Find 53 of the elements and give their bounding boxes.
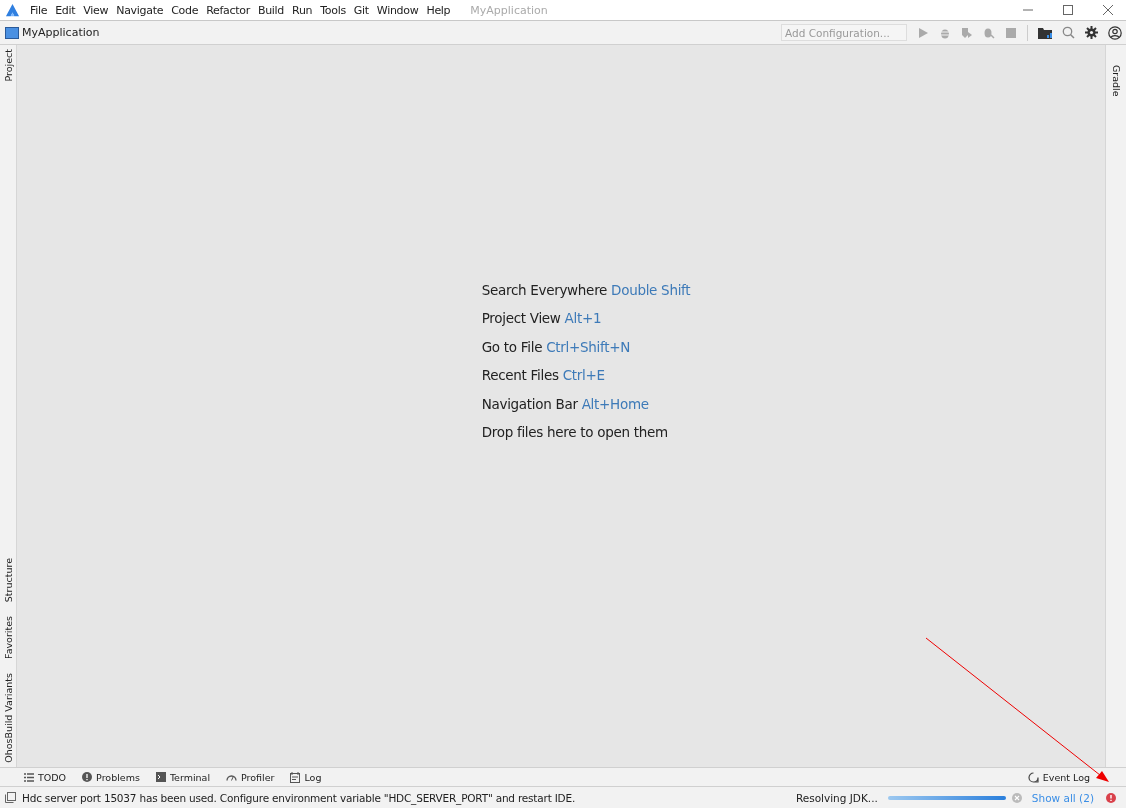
tool-window-tab[interactable]: Terminal (155, 771, 211, 783)
stop-icon[interactable] (1005, 26, 1017, 39)
menu-item[interactable]: Edit (51, 3, 80, 17)
shield-play-icon[interactable] (961, 26, 973, 39)
tool-window-tab[interactable]: Log (290, 771, 322, 783)
menu-item[interactable]: Code (167, 3, 203, 17)
tool-window-tab[interactable]: Gradle (1110, 65, 1122, 97)
editor-hint: Navigation Bar Alt+Home (481, 395, 650, 412)
folder-icon[interactable] (1038, 26, 1052, 39)
tool-window-tab[interactable]: Favorites (2, 616, 14, 660)
panel-toggle-icon[interactable] (5, 792, 16, 803)
settings-icon[interactable] (1085, 26, 1098, 39)
menu-item[interactable]: File (26, 3, 52, 17)
editor-hint: Recent Files Ctrl+E (481, 367, 606, 384)
editor-hint: Go to File Ctrl+Shift+N (481, 338, 631, 355)
menu-item[interactable]: Refactor (202, 3, 254, 17)
cancel-icon[interactable] (1011, 792, 1022, 803)
menu-item[interactable]: View (79, 3, 113, 17)
menu-item[interactable]: Window (372, 3, 423, 17)
gauge-icon (226, 773, 238, 781)
app-logo-icon (5, 2, 20, 18)
status-message[interactable]: Hdc server port 15037 has been used. Configure environment variable "HDC_SERVER_PORT" and restart IDE. (22, 791, 576, 804)
event-log-tab[interactable]: Event Log (1027, 771, 1090, 783)
background-task-label: Resolving JDK... (795, 791, 878, 804)
editor-hint: Search Everywhere Double Shift (481, 281, 691, 298)
editor-hint: Drop files here to open them (481, 424, 669, 441)
menu-item[interactable]: Git (349, 3, 373, 17)
window-title: MyApplication (470, 3, 548, 17)
menu-item[interactable]: Navigate (112, 3, 168, 17)
module-icon (5, 26, 19, 39)
tool-window-tab[interactable]: Profiler (226, 771, 275, 783)
error-icon[interactable] (1106, 792, 1116, 803)
log-icon (290, 771, 301, 783)
menu-item[interactable]: Run (288, 3, 317, 17)
close-icon[interactable] (1102, 4, 1114, 16)
maximize-icon[interactable] (1062, 4, 1074, 16)
alert-icon (82, 772, 93, 782)
list-icon (24, 772, 34, 782)
menu-item[interactable]: Tools (316, 3, 350, 17)
editor-hint: Project View Alt+1 (481, 310, 603, 327)
tool-window-tab[interactable]: TODO (24, 771, 67, 783)
account-icon[interactable] (1108, 25, 1122, 40)
tool-window-tab[interactable]: Problems (82, 771, 140, 783)
project-breadcrumb[interactable]: MyApplication (22, 26, 100, 39)
terminal-icon (155, 772, 166, 782)
search-icon[interactable] (1062, 26, 1075, 39)
play-icon[interactable] (917, 26, 929, 39)
menu-item[interactable]: Build (253, 3, 289, 17)
tool-window-tab[interactable]: Structure (2, 558, 14, 603)
tool-window-tab[interactable]: OhosBuild Variants (2, 673, 14, 763)
tool-window-tab[interactable]: Project (2, 49, 14, 82)
run-configuration-field[interactable]: Add Configuration... (781, 24, 907, 41)
menu-item[interactable]: Help (422, 3, 455, 17)
